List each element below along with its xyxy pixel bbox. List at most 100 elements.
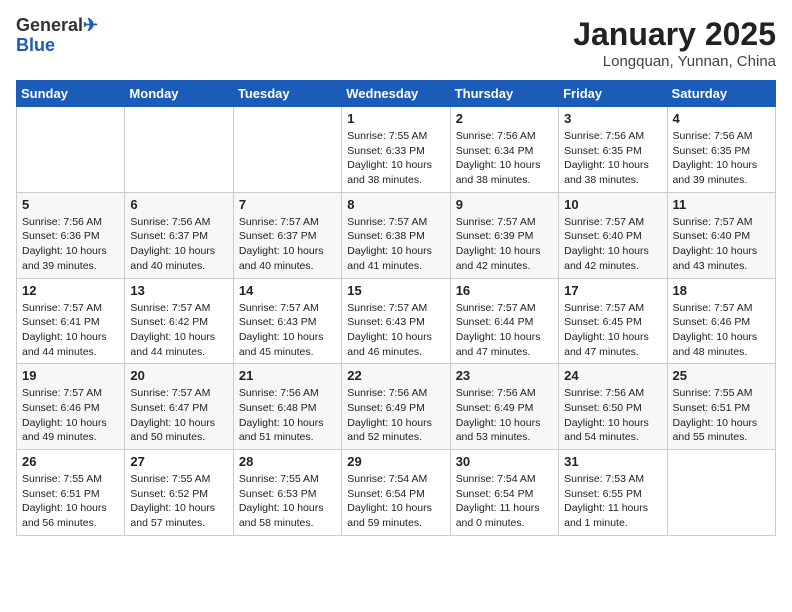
weekday-header-tuesday: Tuesday xyxy=(233,81,341,107)
weekday-header-monday: Monday xyxy=(125,81,233,107)
weekday-header-row: SundayMondayTuesdayWednesdayThursdayFrid… xyxy=(17,81,776,107)
day-info: Sunrise: 7:56 AM Sunset: 6:34 PM Dayligh… xyxy=(456,129,553,188)
calendar-cell: 5 Sunrise: 7:56 AM Sunset: 6:36 PM Daylig… xyxy=(17,192,125,278)
calendar-cell: 26 Sunrise: 7:55 AM Sunset: 6:51 PM Dayli… xyxy=(17,450,125,536)
day-number: 15 xyxy=(347,283,444,298)
day-number: 28 xyxy=(239,454,336,469)
calendar-cell: 6 Sunrise: 7:56 AM Sunset: 6:37 PM Daylig… xyxy=(125,192,233,278)
location: Longquan, Yunnan, China xyxy=(573,53,776,70)
calendar-week-4: 19 Sunrise: 7:57 AM Sunset: 6:46 PM Dayli… xyxy=(17,364,776,450)
calendar-cell: 23 Sunrise: 7:56 AM Sunset: 6:49 PM Dayli… xyxy=(450,364,558,450)
day-number: 2 xyxy=(456,111,553,126)
calendar-cell: 29Sunrise: 7:54 AM Sunset: 6:54 PM Dayli… xyxy=(342,450,450,536)
day-info: Sunrise: 7:57 AM Sunset: 6:40 PM Dayligh… xyxy=(673,215,770,274)
calendar-cell: 3Sunrise: 7:56 AM Sunset: 6:35 PM Daylig… xyxy=(559,107,667,193)
day-number: 13 xyxy=(130,283,227,298)
calendar-cell: 20 Sunrise: 7:57 AM Sunset: 6:47 PM Dayli… xyxy=(125,364,233,450)
logo: General✈ Blue xyxy=(16,16,98,56)
day-info: Sunrise: 7:57 AM Sunset: 6:43 PM Dayligh… xyxy=(347,301,444,360)
weekday-header-friday: Friday xyxy=(559,81,667,107)
calendar-week-1: 1Sunrise: 7:55 AM Sunset: 6:33 PM Daylig… xyxy=(17,107,776,193)
day-info: Sunrise: 7:53 AM Sunset: 6:55 PM Dayligh… xyxy=(564,472,661,531)
calendar-table: SundayMondayTuesdayWednesdayThursdayFrid… xyxy=(16,80,776,536)
day-info: Sunrise: 7:55 AM Sunset: 6:51 PM Dayligh… xyxy=(22,472,119,531)
day-number: 5 xyxy=(22,197,119,212)
day-number: 23 xyxy=(456,368,553,383)
day-info: Sunrise: 7:56 AM Sunset: 6:36 PM Dayligh… xyxy=(22,215,119,274)
day-info: Sunrise: 7:57 AM Sunset: 6:46 PM Dayligh… xyxy=(22,386,119,445)
calendar-cell: 22 Sunrise: 7:56 AM Sunset: 6:49 PM Dayli… xyxy=(342,364,450,450)
day-number: 20 xyxy=(130,368,227,383)
day-number: 17 xyxy=(564,283,661,298)
day-info: Sunrise: 7:56 AM Sunset: 6:35 PM Dayligh… xyxy=(673,129,770,188)
day-number: 21 xyxy=(239,368,336,383)
calendar-cell xyxy=(233,107,341,193)
calendar-cell: 27 Sunrise: 7:55 AM Sunset: 6:52 PM Dayli… xyxy=(125,450,233,536)
weekday-header-thursday: Thursday xyxy=(450,81,558,107)
calendar-cell: 16Sunrise: 7:57 AM Sunset: 6:44 PM Dayli… xyxy=(450,278,558,364)
calendar-cell: 31 Sunrise: 7:53 AM Sunset: 6:55 PM Dayli… xyxy=(559,450,667,536)
day-number: 14 xyxy=(239,283,336,298)
day-number: 6 xyxy=(130,197,227,212)
day-number: 26 xyxy=(22,454,119,469)
weekday-header-sunday: Sunday xyxy=(17,81,125,107)
day-info: Sunrise: 7:56 AM Sunset: 6:49 PM Dayligh… xyxy=(456,386,553,445)
day-number: 10 xyxy=(564,197,661,212)
calendar-cell xyxy=(125,107,233,193)
day-number: 7 xyxy=(239,197,336,212)
day-info: Sunrise: 7:57 AM Sunset: 6:44 PM Dayligh… xyxy=(456,301,553,360)
calendar-week-5: 26 Sunrise: 7:55 AM Sunset: 6:51 PM Dayli… xyxy=(17,450,776,536)
calendar-cell: 21 Sunrise: 7:56 AM Sunset: 6:48 PM Dayli… xyxy=(233,364,341,450)
day-info: Sunrise: 7:57 AM Sunset: 6:43 PM Dayligh… xyxy=(239,301,336,360)
weekday-header-wednesday: Wednesday xyxy=(342,81,450,107)
calendar-cell: 14 Sunrise: 7:57 AM Sunset: 6:43 PM Dayli… xyxy=(233,278,341,364)
weekday-header-saturday: Saturday xyxy=(667,81,775,107)
day-number: 22 xyxy=(347,368,444,383)
day-number: 11 xyxy=(673,197,770,212)
day-info: Sunrise: 7:56 AM Sunset: 6:49 PM Dayligh… xyxy=(347,386,444,445)
calendar-cell: 15 Sunrise: 7:57 AM Sunset: 6:43 PM Dayli… xyxy=(342,278,450,364)
day-info: Sunrise: 7:57 AM Sunset: 6:47 PM Dayligh… xyxy=(130,386,227,445)
day-info: Sunrise: 7:57 AM Sunset: 6:46 PM Dayligh… xyxy=(673,301,770,360)
day-info: Sunrise: 7:56 AM Sunset: 6:37 PM Dayligh… xyxy=(130,215,227,274)
calendar-cell: 28 Sunrise: 7:55 AM Sunset: 6:53 PM Dayli… xyxy=(233,450,341,536)
day-info: Sunrise: 7:57 AM Sunset: 6:40 PM Dayligh… xyxy=(564,215,661,274)
day-info: Sunrise: 7:55 AM Sunset: 6:52 PM Dayligh… xyxy=(130,472,227,531)
day-info: Sunrise: 7:57 AM Sunset: 6:38 PM Dayligh… xyxy=(347,215,444,274)
day-info: Sunrise: 7:57 AM Sunset: 6:39 PM Dayligh… xyxy=(456,215,553,274)
day-info: Sunrise: 7:55 AM Sunset: 6:53 PM Dayligh… xyxy=(239,472,336,531)
calendar-cell: 2 Sunrise: 7:56 AM Sunset: 6:34 PM Daylig… xyxy=(450,107,558,193)
month-title: January 2025 xyxy=(573,16,776,53)
day-info: Sunrise: 7:57 AM Sunset: 6:45 PM Dayligh… xyxy=(564,301,661,360)
day-number: 27 xyxy=(130,454,227,469)
day-number: 30 xyxy=(456,454,553,469)
calendar-cell xyxy=(17,107,125,193)
day-number: 31 xyxy=(564,454,661,469)
day-info: Sunrise: 7:54 AM Sunset: 6:54 PM Dayligh… xyxy=(347,472,444,531)
calendar-cell: 18Sunrise: 7:57 AM Sunset: 6:46 PM Dayli… xyxy=(667,278,775,364)
calendar-week-3: 12Sunrise: 7:57 AM Sunset: 6:41 PM Dayli… xyxy=(17,278,776,364)
calendar-cell: 13Sunrise: 7:57 AM Sunset: 6:42 PM Dayli… xyxy=(125,278,233,364)
day-number: 4 xyxy=(673,111,770,126)
day-info: Sunrise: 7:54 AM Sunset: 6:54 PM Dayligh… xyxy=(456,472,553,531)
logo-general: General xyxy=(16,15,83,35)
day-number: 12 xyxy=(22,283,119,298)
day-info: Sunrise: 7:56 AM Sunset: 6:35 PM Dayligh… xyxy=(564,129,661,188)
day-info: Sunrise: 7:55 AM Sunset: 6:51 PM Dayligh… xyxy=(673,386,770,445)
calendar-cell: 11 Sunrise: 7:57 AM Sunset: 6:40 PM Dayli… xyxy=(667,192,775,278)
calendar-cell: 4 Sunrise: 7:56 AM Sunset: 6:35 PM Daylig… xyxy=(667,107,775,193)
calendar-cell: 9 Sunrise: 7:57 AM Sunset: 6:39 PM Daylig… xyxy=(450,192,558,278)
calendar-cell: 30 Sunrise: 7:54 AM Sunset: 6:54 PM Dayli… xyxy=(450,450,558,536)
calendar-cell: 12Sunrise: 7:57 AM Sunset: 6:41 PM Dayli… xyxy=(17,278,125,364)
calendar-cell xyxy=(667,450,775,536)
day-info: Sunrise: 7:56 AM Sunset: 6:48 PM Dayligh… xyxy=(239,386,336,445)
calendar-cell: 10 Sunrise: 7:57 AM Sunset: 6:40 PM Dayli… xyxy=(559,192,667,278)
calendar-cell: 1Sunrise: 7:55 AM Sunset: 6:33 PM Daylig… xyxy=(342,107,450,193)
day-number: 19 xyxy=(22,368,119,383)
calendar-cell: 17 Sunrise: 7:57 AM Sunset: 6:45 PM Dayli… xyxy=(559,278,667,364)
calendar-cell: 8Sunrise: 7:57 AM Sunset: 6:38 PM Daylig… xyxy=(342,192,450,278)
day-number: 9 xyxy=(456,197,553,212)
page-header: General✈ Blue January 2025 Longquan, Yun… xyxy=(16,16,776,70)
calendar-week-2: 5 Sunrise: 7:56 AM Sunset: 6:36 PM Daylig… xyxy=(17,192,776,278)
day-number: 1 xyxy=(347,111,444,126)
